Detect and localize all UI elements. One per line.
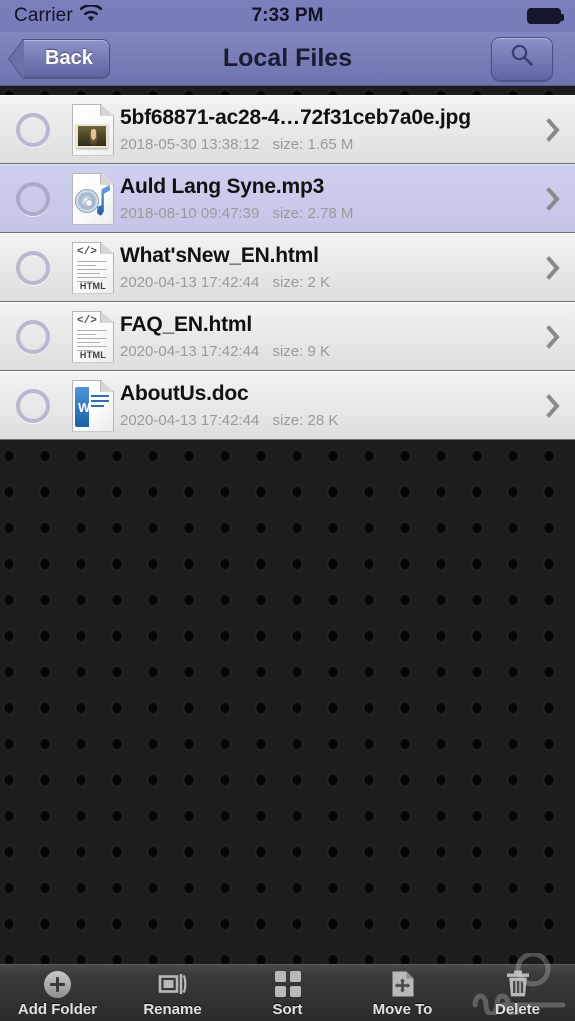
file-date: 2020-04-13 17:42:44: [120, 411, 260, 429]
move-to-label: Move To: [372, 1001, 433, 1018]
row-text: AboutUs.doc 2020-04-13 17:42:44 size: 28…: [120, 382, 531, 428]
radio-circle-icon: [16, 319, 50, 354]
disclosure-chevron-icon[interactable]: [531, 255, 575, 281]
status-bar-right: [527, 8, 564, 24]
file-date: 2018-08-10 09:47:39: [120, 204, 260, 222]
file-name: 5bf68871-ac28-4…72f31ceb7a0e.jpg: [120, 106, 471, 130]
html-file-icon: </> HTML: [66, 310, 120, 363]
back-button-label: Back: [45, 47, 93, 69]
carrier-label: Carrier: [14, 5, 73, 26]
trash-icon: [505, 970, 531, 998]
disclosure-chevron-icon[interactable]: [531, 393, 575, 419]
back-button[interactable]: Back: [22, 39, 110, 78]
status-bar-left: Carrier: [14, 3, 103, 27]
delete-button[interactable]: Delete: [460, 965, 575, 1021]
navigation-bar: Back Local Files: [0, 32, 575, 86]
file-meta: 2020-04-13 17:42:44 size: 28 K: [120, 412, 523, 429]
row-text: Auld Lang Syne.mp3 2018-08-10 09:47:39 s…: [120, 175, 531, 221]
file-date: 2020-04-13 17:42:44: [120, 273, 260, 291]
texture-strip: [0, 86, 575, 95]
search-icon: [507, 41, 537, 76]
file-meta: 2020-04-13 17:42:44 size: 2 K: [120, 274, 523, 291]
file-size: size: 9 K: [272, 342, 330, 360]
disclosure-chevron-icon[interactable]: [531, 186, 575, 212]
doc-file-icon: [66, 379, 120, 432]
file-name: AboutUs.doc: [120, 382, 249, 406]
move-file-icon: [391, 970, 415, 998]
file-meta: 2018-05-30 13:38:12 size: 1.65 M: [120, 136, 523, 153]
disclosure-chevron-icon[interactable]: [531, 324, 575, 350]
sort-button[interactable]: Sort: [230, 965, 345, 1021]
table-row[interactable]: 5bf68871-ac28-4…72f31ceb7a0e.jpg 2018-05…: [0, 95, 575, 164]
disclosure-chevron-icon[interactable]: [531, 117, 575, 143]
row-checkbox[interactable]: [0, 388, 66, 423]
row-checkbox[interactable]: [0, 112, 66, 147]
grid-squares-icon: [274, 970, 301, 998]
rename-icon: [158, 970, 188, 998]
battery-full-icon: [527, 8, 564, 24]
radio-circle-icon: [16, 250, 50, 285]
bottom-toolbar: Add Folder Rename Sort Move To Delete: [0, 964, 575, 1021]
row-checkbox[interactable]: [0, 319, 66, 354]
rename-button[interactable]: Rename: [115, 965, 230, 1021]
row-text: 5bf68871-ac28-4…72f31ceb7a0e.jpg 2018-05…: [120, 106, 531, 152]
add-folder-button[interactable]: Add Folder: [0, 965, 115, 1021]
file-date: 2020-04-13 17:42:44: [120, 342, 260, 360]
file-list: 5bf68871-ac28-4…72f31ceb7a0e.jpg 2018-05…: [0, 95, 575, 440]
file-size: size: 2 K: [272, 273, 330, 291]
file-size: size: 2.78 M: [272, 204, 354, 222]
file-name: FAQ_EN.html: [120, 313, 252, 337]
row-text: FAQ_EN.html 2020-04-13 17:42:44 size: 9 …: [120, 313, 531, 359]
table-row[interactable]: AboutUs.doc 2020-04-13 17:42:44 size: 28…: [0, 371, 575, 440]
sort-label: Sort: [272, 1001, 303, 1018]
html-label-text: HTML: [79, 349, 107, 360]
table-row[interactable]: </> HTML What'sNew_EN.html 2020-04-13 17…: [0, 233, 575, 302]
search-button[interactable]: [491, 36, 553, 81]
row-checkbox[interactable]: [0, 181, 66, 216]
file-meta: 2018-08-10 09:47:39 size: 2.78 M: [120, 205, 523, 222]
plus-circle-icon: [44, 970, 71, 998]
row-checkbox[interactable]: [0, 250, 66, 285]
html-label-text: HTML: [79, 280, 107, 291]
jpg-file-icon: [66, 103, 120, 156]
html-tag-text: </>: [77, 314, 97, 327]
file-date: 2018-05-30 13:38:12: [120, 135, 260, 153]
add-folder-label: Add Folder: [17, 1001, 98, 1018]
file-name: Auld Lang Syne.mp3: [120, 175, 325, 199]
wifi-icon: [78, 3, 103, 27]
file-meta: 2020-04-13 17:42:44 size: 9 K: [120, 343, 523, 360]
radio-circle-icon: [16, 388, 50, 423]
row-text: What'sNew_EN.html 2020-04-13 17:42:44 si…: [120, 244, 531, 290]
rename-label: Rename: [143, 1001, 202, 1018]
table-row[interactable]: </> HTML FAQ_EN.html 2020-04-13 17:42:44…: [0, 302, 575, 371]
file-size: size: 1.65 M: [272, 135, 354, 153]
file-name: What'sNew_EN.html: [120, 244, 319, 268]
file-size: size: 28 K: [272, 411, 339, 429]
status-bar: Carrier 7:33 PM: [0, 0, 575, 32]
move-to-button[interactable]: Move To: [345, 965, 460, 1021]
html-tag-text: </>: [77, 245, 97, 258]
delete-label: Delete: [494, 1001, 541, 1018]
radio-circle-icon: [16, 181, 50, 216]
html-file-icon: </> HTML: [66, 241, 120, 294]
radio-circle-icon: [16, 112, 50, 147]
file-manager-screen: Carrier 7:33 PM Back Local Files 5bf6887…: [0, 0, 575, 1021]
mp3-file-icon: [66, 172, 120, 225]
table-row[interactable]: Auld Lang Syne.mp3 2018-08-10 09:47:39 s…: [0, 164, 575, 233]
